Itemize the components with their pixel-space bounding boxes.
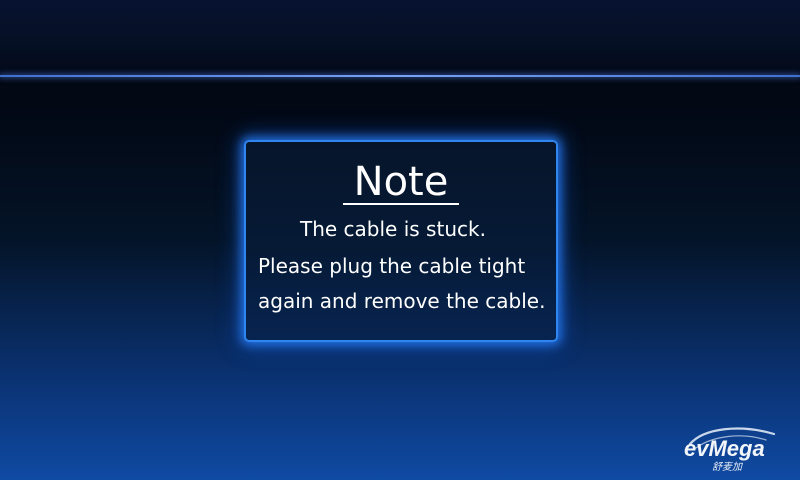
dialog-title: Note [353, 159, 449, 205]
title-underline [343, 203, 459, 205]
svg-text:evMega: evMega [684, 436, 765, 461]
dialog-message-line-2: Please plug the cable tight [258, 254, 526, 278]
top-bar [0, 0, 800, 76]
evmega-watermark-logo: evMega 舒麦加 [684, 427, 776, 472]
top-divider-line [0, 75, 800, 77]
dialog-message-line-1: The cable is stuck. [300, 217, 486, 241]
svg-text:舒麦加: 舒麦加 [712, 461, 743, 472]
dialog-message-line-3: again and remove the cable. [258, 289, 546, 313]
